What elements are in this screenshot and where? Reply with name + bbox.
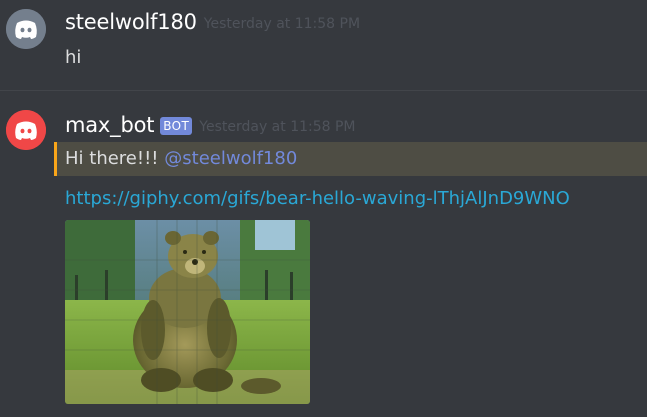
message-header: steelwolf180 Yesterday at 11:58 PM — [65, 9, 360, 35]
bot-badge: BOT — [160, 117, 193, 135]
bot-avatar[interactable] — [6, 110, 46, 150]
mention-highlight: Hi there!!! @steelwolf180 — [54, 142, 647, 176]
discord-logo-icon — [6, 9, 46, 49]
message-header: max_bot BOT Yesterday at 11:58 PM — [65, 112, 356, 138]
bear-image — [65, 220, 310, 404]
user-mention[interactable]: @steelwolf180 — [164, 148, 297, 169]
discord-logo-icon — [6, 110, 46, 150]
giphy-link[interactable]: https://giphy.com/gifs/bear-hello-waving… — [65, 187, 570, 211]
username[interactable]: max_bot — [65, 113, 154, 137]
bear-gif-embed[interactable] — [65, 220, 310, 404]
timestamp: Yesterday at 11:58 PM — [203, 16, 361, 32]
message-divider — [0, 90, 647, 91]
message-text: Hi there!!! — [65, 148, 159, 169]
username[interactable]: steelwolf180 — [65, 10, 197, 34]
message-text-line: Hi there!!! @steelwolf180 — [65, 147, 297, 171]
message-text: hi — [65, 47, 82, 68]
timestamp: Yesterday at 11:58 PM — [199, 119, 356, 135]
user-avatar[interactable] — [6, 9, 46, 49]
